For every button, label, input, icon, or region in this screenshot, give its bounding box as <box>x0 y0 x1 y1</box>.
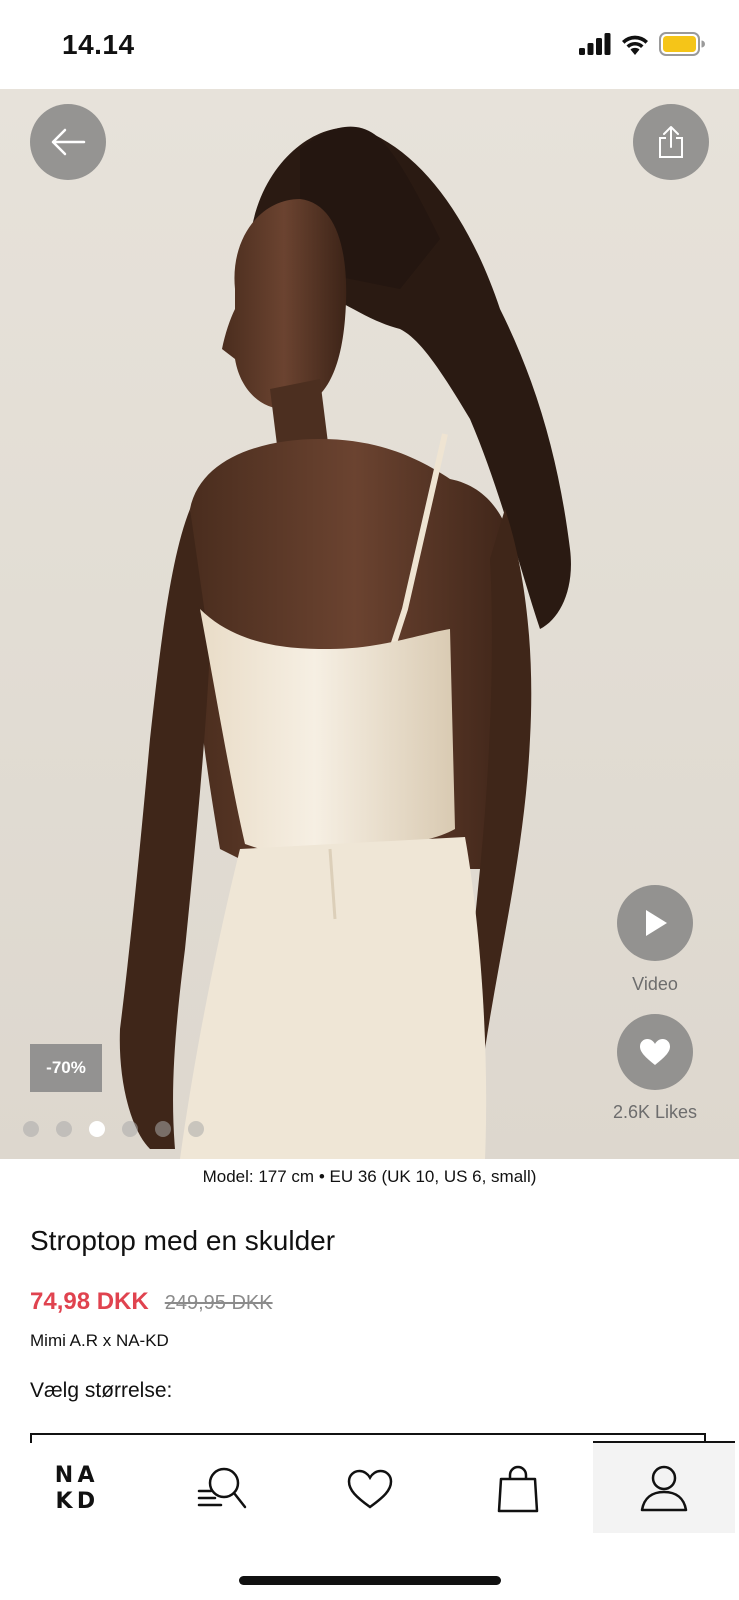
battery-icon <box>659 32 705 56</box>
video-label: Video <box>632 974 678 994</box>
carousel-dot[interactable] <box>56 1121 72 1137</box>
logo-letter: K <box>55 1489 73 1514</box>
share-icon <box>659 126 683 158</box>
like-button[interactable] <box>617 1014 693 1090</box>
shopping-bag-icon <box>497 1465 539 1513</box>
brand-label: Mimi A.R x NA-KD <box>30 1331 169 1350</box>
carousel-dot[interactable] <box>188 1121 204 1137</box>
nav-wishlist[interactable] <box>300 1443 440 1535</box>
size-label: Vælg størrelse: <box>30 1379 173 1402</box>
discount-badge: -70% <box>30 1044 102 1092</box>
user-icon <box>640 1465 688 1512</box>
arrow-left-icon <box>51 128 86 156</box>
status-icons <box>579 32 705 56</box>
carousel-dots[interactable] <box>23 1121 204 1137</box>
carousel-dot-active[interactable] <box>89 1121 105 1137</box>
product-title: Stroptop med en skulder <box>30 1225 336 1256</box>
share-button[interactable] <box>633 104 709 180</box>
price-row: 74,98 DKK 249,95 DKK <box>30 1288 273 1316</box>
model-info: Model: 177 cm • EU 36 (UK 10, US 6, smal… <box>202 1167 537 1186</box>
carousel-dot[interactable] <box>23 1121 39 1137</box>
cellular-signal-icon <box>579 33 611 55</box>
heart-outline-icon <box>347 1469 393 1509</box>
product-image-carousel[interactable]: Video 2.6K Likes -70% <box>0 89 739 1159</box>
logo-letter: D <box>76 1489 96 1514</box>
likes-count: 2.6K Likes <box>612 1102 698 1122</box>
status-bar: 14.14 <box>0 0 739 89</box>
carousel-dot[interactable] <box>155 1121 171 1137</box>
heart-icon <box>640 1039 670 1065</box>
sale-price: 74,98 DKK <box>30 1288 149 1315</box>
video-button[interactable] <box>617 885 693 961</box>
home-indicator <box>239 1576 501 1585</box>
logo-letter: A <box>77 1463 95 1488</box>
nav-home[interactable]: N A K D <box>5 1443 145 1535</box>
nakd-logo: N A K D <box>53 1463 97 1515</box>
nav-bag[interactable] <box>448 1443 588 1535</box>
back-button[interactable] <box>30 104 106 180</box>
status-time: 14.14 <box>62 29 135 60</box>
product-photo <box>119 126 571 1159</box>
nav-account[interactable] <box>593 1441 735 1533</box>
play-icon <box>646 910 667 936</box>
logo-letter: N <box>54 1463 74 1488</box>
nav-search[interactable] <box>152 1443 292 1535</box>
search-icon <box>197 1467 247 1509</box>
wifi-icon <box>622 35 648 55</box>
carousel-dot[interactable] <box>122 1121 138 1137</box>
original-price: 249,95 DKK <box>164 1292 273 1314</box>
